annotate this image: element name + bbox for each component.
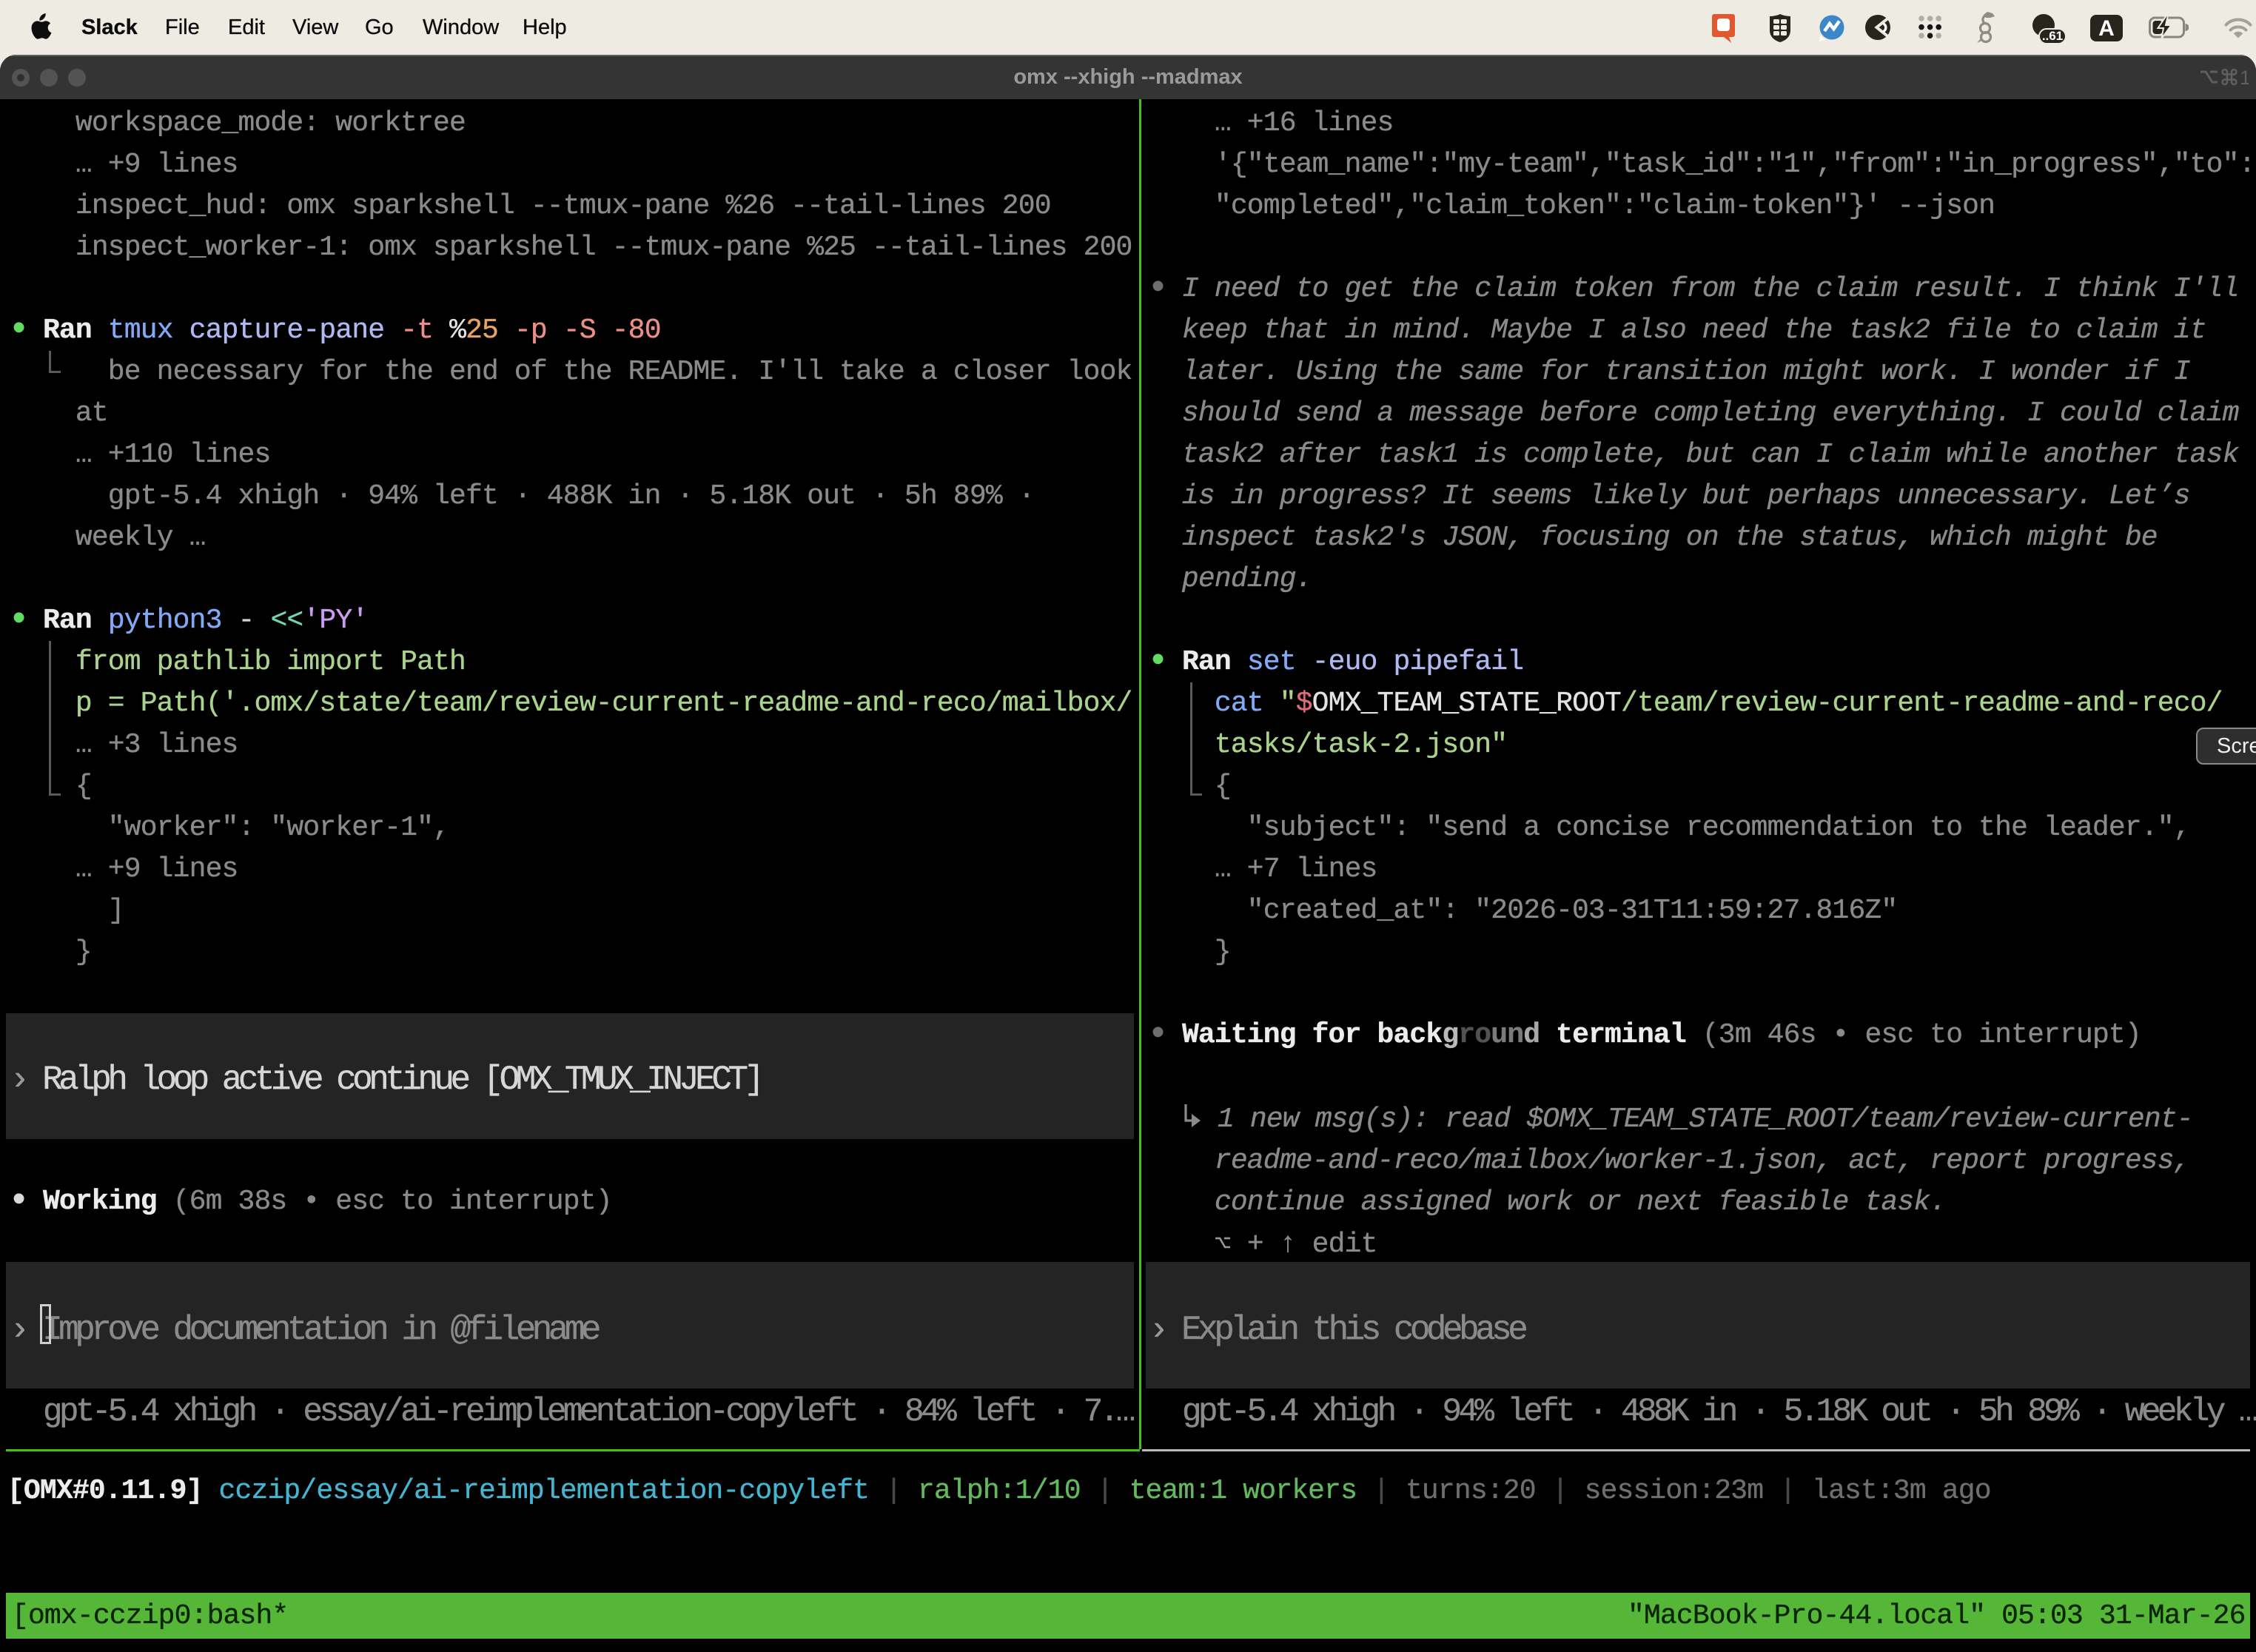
svg-text:..61: ..61 xyxy=(2042,29,2063,43)
svg-text:1: 1 xyxy=(2240,67,2249,89)
